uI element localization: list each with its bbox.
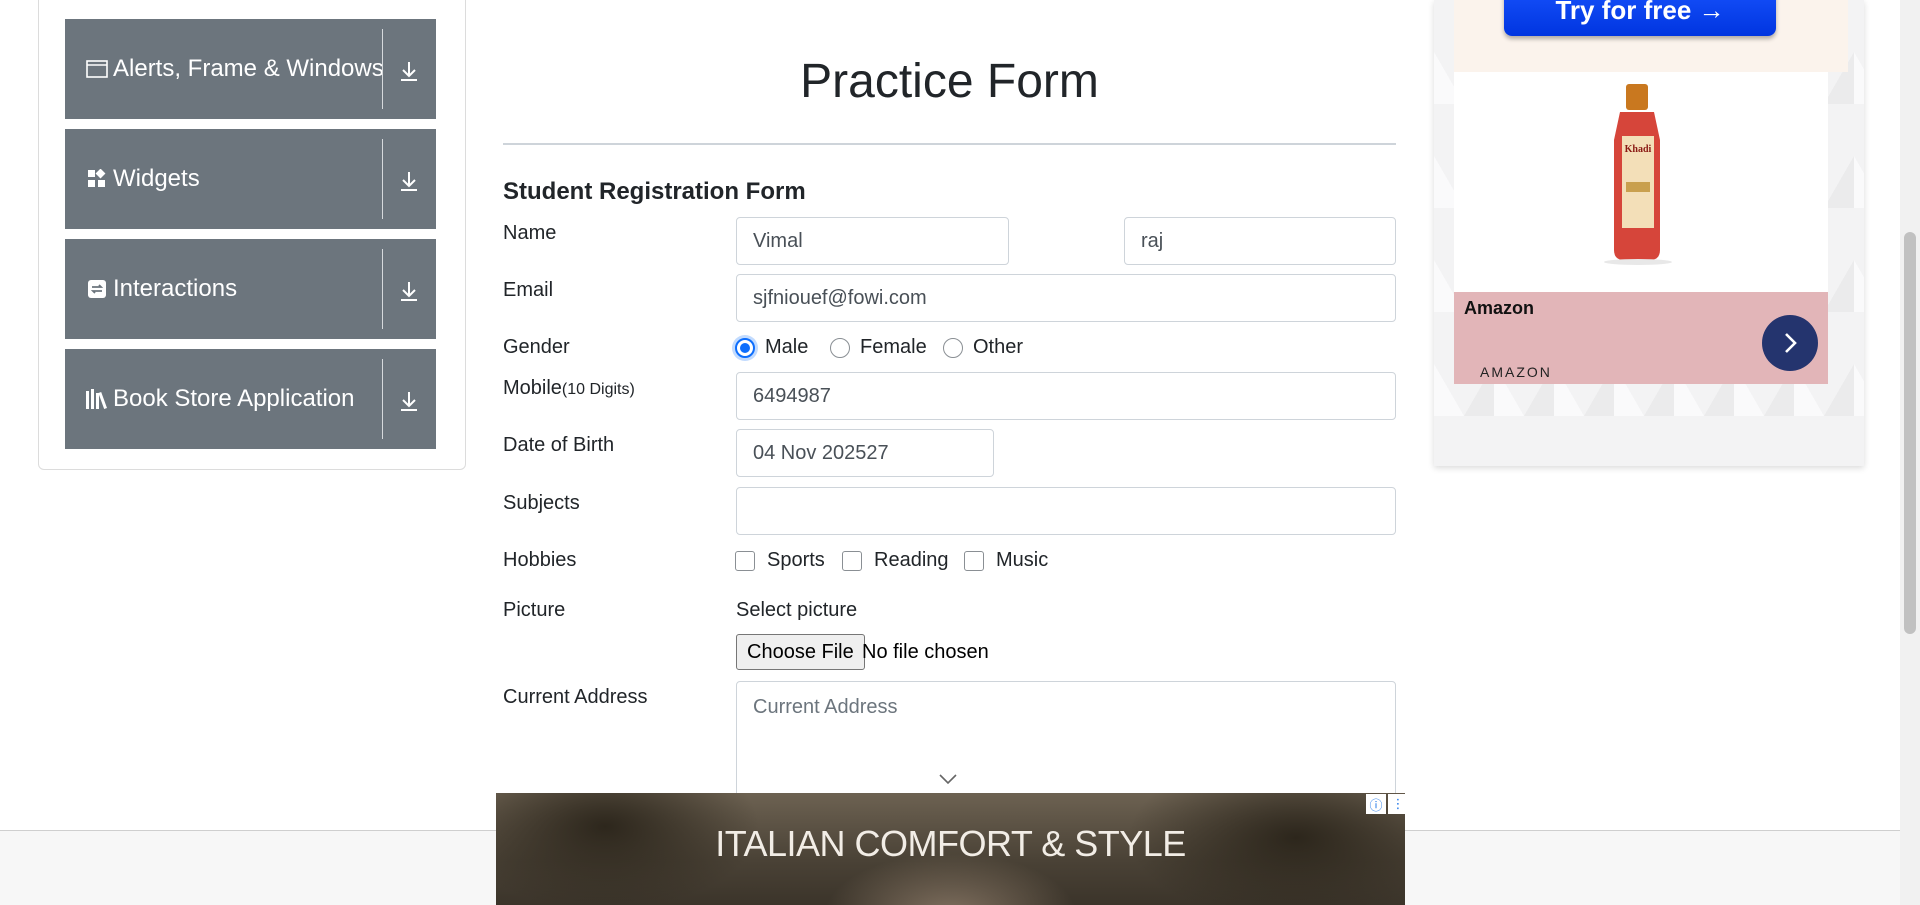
download-icon[interactable] <box>395 57 423 85</box>
chevron-right-icon <box>1785 333 1797 353</box>
interactions-icon <box>85 277 109 301</box>
radio[interactable] <box>943 337 963 358</box>
sidebar-group-label: Interactions <box>113 275 238 302</box>
checkbox[interactable] <box>964 550 984 571</box>
sidebar-group-alerts[interactable]: Alerts, Frame & Windows <box>65 19 436 119</box>
email-input[interactable]: sjfniouef@fowi.com <box>736 274 1396 322</box>
radio[interactable] <box>830 337 850 358</box>
checkbox-label: Sports <box>767 549 825 571</box>
amazon-strip[interactable]: Amazon AMAZON <box>1454 292 1828 384</box>
sidebar-group-label: Book Store Application <box>113 385 355 412</box>
product-image-area: Khadi <box>1454 72 1828 292</box>
checkbox[interactable] <box>735 550 755 571</box>
divider <box>503 143 1396 145</box>
email-label: Email <box>503 279 554 301</box>
checkbox[interactable] <box>842 550 862 571</box>
ad-banner-bottom[interactable]: ITALIAN COMFORT & STYLE <box>496 793 1405 905</box>
hobby-checkbox-reading[interactable]: Reading <box>842 549 949 572</box>
sidebar-group-label: Alerts, Frame & Windows <box>113 55 384 82</box>
sidebar-group-bookstore[interactable]: Book Store Application <box>65 349 436 449</box>
download-icon[interactable] <box>395 387 423 415</box>
page: Alerts, Frame & Windows Widgets Interact… <box>0 0 1920 905</box>
mobile-hint: (10 Digits) <box>561 381 635 398</box>
subjects-label: Subjects <box>503 492 580 514</box>
divider <box>382 249 383 329</box>
advertiser-brand: AMAZON <box>1480 364 1552 380</box>
books-icon <box>85 387 109 411</box>
scrollbar-thumb[interactable] <box>1904 232 1916 634</box>
next-arrow-button[interactable] <box>1762 315 1818 371</box>
file-status: No file chosen <box>862 641 989 663</box>
more-options-icon[interactable]: ⋮ <box>1388 794 1408 814</box>
gender-radio-male[interactable]: Male <box>735 336 808 359</box>
advertiser-name: Amazon <box>1464 298 1535 318</box>
select-picture-label: Select picture <box>736 599 858 621</box>
sidebar-group-interactions[interactable]: Interactions <box>65 239 436 339</box>
window-icon <box>85 57 109 81</box>
radio-selected[interactable] <box>735 337 755 358</box>
choose-file-button[interactable]: Choose File <box>736 634 865 670</box>
picture-label: Picture <box>503 599 566 621</box>
hobby-checkbox-sports[interactable]: Sports <box>735 549 825 572</box>
sidebar-group-widgets[interactable]: Widgets <box>65 129 436 229</box>
dob-label: Date of Birth <box>503 434 615 456</box>
name-label: Name <box>503 222 557 244</box>
page-title: Practice Form <box>800 55 1099 108</box>
sidebar-group-label: Widgets <box>113 165 200 192</box>
product-label-text: Khadi <box>1625 144 1652 155</box>
download-icon[interactable] <box>395 277 423 305</box>
radio-label: Female <box>860 336 927 358</box>
hobbies-label: Hobbies <box>503 549 577 571</box>
divider <box>382 29 383 109</box>
first-name-input[interactable]: Vimal <box>736 217 1009 265</box>
info-icon[interactable]: ⓘ <box>1366 794 1386 814</box>
checkbox-label: Reading <box>874 549 949 571</box>
gender-radio-female[interactable]: Female <box>830 336 927 359</box>
ad-headline: ITALIAN COMFORT & STYLE <box>715 823 1186 864</box>
last-name-input[interactable]: raj <box>1124 217 1396 265</box>
mobile-label: Mobile(10 Digits) <box>503 377 635 400</box>
radio-label: Male <box>765 336 809 358</box>
ad-badges[interactable]: ⓘ ⋮ <box>1366 794 1408 814</box>
address-label: Current Address <box>503 686 648 708</box>
chevron-down-icon[interactable] <box>939 772 957 786</box>
mobile-label-text: Mobile <box>503 377 562 399</box>
current-address-textarea[interactable]: Current Address <box>736 681 1396 801</box>
hobby-checkbox-music[interactable]: Music <box>964 549 1048 572</box>
download-icon[interactable] <box>395 167 423 195</box>
gender-radio-other[interactable]: Other <box>943 336 1023 359</box>
divider <box>382 359 383 439</box>
khadi-bottle-image: Khadi <box>1604 84 1672 265</box>
dob-input[interactable]: 04 Nov 202527 <box>736 429 994 477</box>
mobile-input[interactable]: 6494987 <box>736 372 1396 420</box>
subjects-input[interactable] <box>736 487 1396 535</box>
radio-label: Other <box>973 336 1024 358</box>
form-heading: Student Registration Form <box>503 178 806 205</box>
gender-label: Gender <box>503 336 570 358</box>
checkbox-label: Music <box>996 549 1049 571</box>
try-for-free-button[interactable]: Try for free → <box>1504 0 1776 36</box>
widgets-icon <box>85 167 109 191</box>
divider <box>382 139 383 219</box>
ad-banner-right[interactable]: Try for free → Khadi Amazon AMAZON <box>1434 0 1864 466</box>
